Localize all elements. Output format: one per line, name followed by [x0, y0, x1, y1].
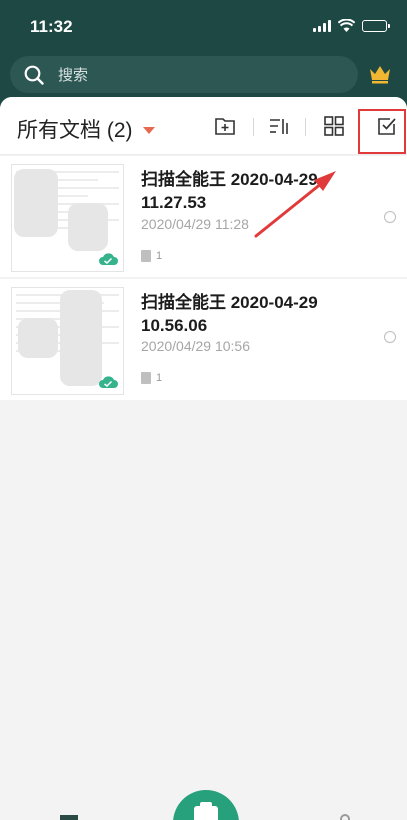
page-count-value: 1 [156, 250, 163, 262]
grid-view-icon[interactable] [323, 115, 345, 137]
highlight-box [358, 109, 406, 154]
document-name: 扫描全能王 2020-04-29 10.56.06 [141, 293, 318, 335]
toolbar-divider [253, 118, 254, 136]
crown-icon[interactable] [368, 64, 392, 84]
page-icon [141, 250, 151, 262]
page-count: 1 [141, 250, 162, 262]
wifi-icon [338, 19, 355, 32]
document-item[interactable]: 扫描全能王 2020-04-29 10.56.06 2020/04/29 10:… [0, 279, 407, 400]
search-bar[interactable]: 搜索 [10, 56, 358, 93]
battery-icon [362, 19, 390, 32]
document-date: 2020/04/29 11:28 [141, 216, 249, 232]
search-placeholder: 搜索 [58, 67, 89, 84]
new-folder-icon[interactable] [214, 115, 236, 137]
page-icon [141, 372, 151, 384]
list-header: 所有文档 (2) [0, 97, 407, 155]
signal-icon [313, 19, 331, 32]
select-radio[interactable] [384, 211, 396, 223]
select-radio[interactable] [384, 331, 396, 343]
tab-documents-icon[interactable] [60, 815, 78, 820]
status-time: 11:32 [30, 17, 73, 36]
status-bar: 11:32 [0, 0, 407, 50]
cloud-synced-icon [99, 253, 118, 265]
status-icons [313, 19, 390, 32]
top-bar: 11:32 搜索 [0, 0, 407, 108]
tab-me-icon[interactable] [340, 814, 350, 820]
cloud-synced-icon [99, 376, 118, 388]
page-title: 所有文档 (2) [17, 119, 133, 142]
toolbar-divider [305, 118, 306, 136]
caret-down-icon [142, 126, 155, 134]
folder-selector[interactable]: 所有文档 (2) [17, 114, 155, 144]
document-thumbnail [11, 164, 124, 272]
search-icon [24, 65, 44, 85]
page-count-value: 1 [156, 372, 163, 384]
page-count: 1 [141, 372, 162, 384]
sort-icon[interactable] [268, 115, 290, 137]
document-panel: 所有文档 (2) 扫描全能王 2020-04-29 11.27.53 2020/… [0, 97, 407, 820]
document-thumbnail [11, 287, 124, 395]
document-date: 2020/04/29 10:56 [141, 338, 250, 354]
camera-icon [194, 802, 218, 820]
camera-button[interactable] [173, 790, 239, 820]
document-name: 扫描全能王 2020-04-29 11.27.53 [141, 170, 318, 212]
document-item[interactable]: 扫描全能王 2020-04-29 11.27.53 2020/04/29 11:… [0, 156, 407, 277]
